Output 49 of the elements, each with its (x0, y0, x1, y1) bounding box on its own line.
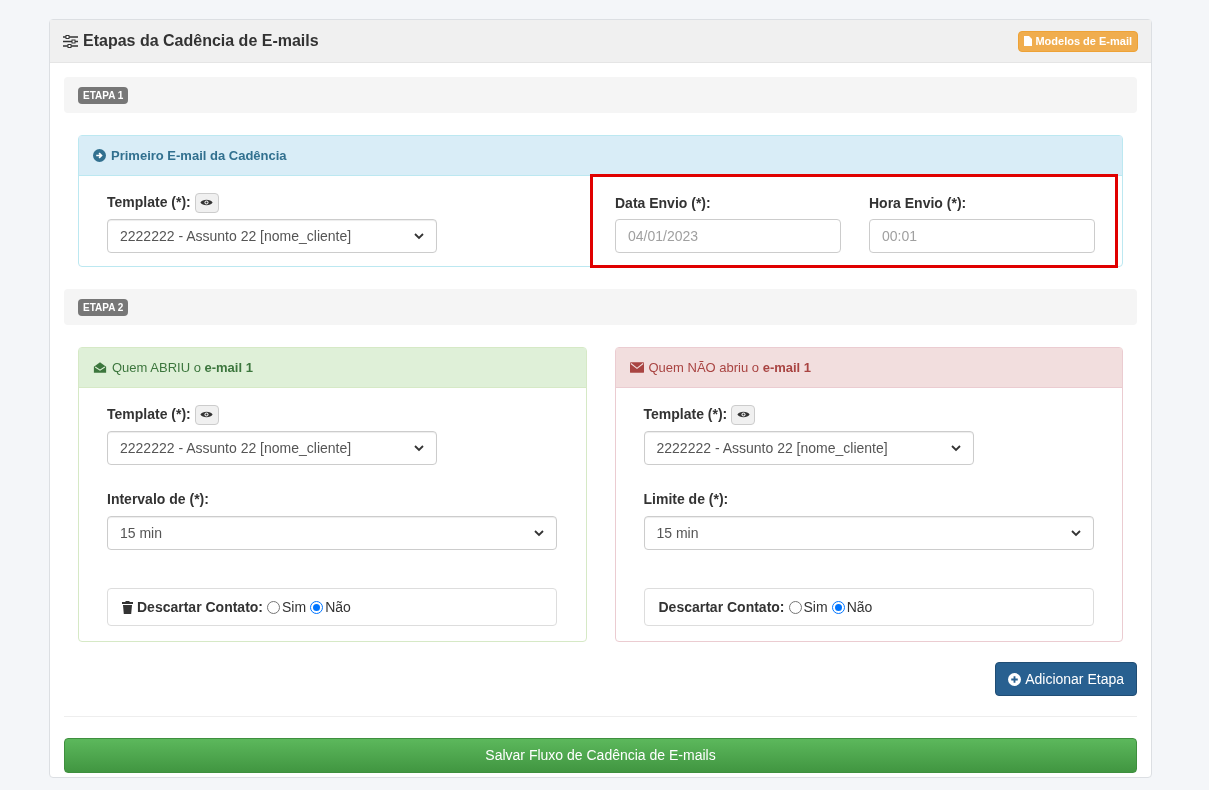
input-field[interactable]: 00:01 (869, 219, 1095, 253)
field-label: Hora Envio (*): (869, 194, 968, 213)
select-field[interactable]: 2222222 - Assunto 22 [nome_cliente] (107, 219, 437, 253)
field-label: Template (*): (107, 405, 191, 424)
eye-icon (200, 198, 214, 207)
radio-button[interactable] (788, 600, 802, 614)
field-label: Intervalo de (*): (107, 490, 210, 509)
stage-badge: ETAPA 1 (78, 86, 129, 104)
panel-title: Primeiro E-mail da Cadência (111, 146, 287, 165)
add-stage-button[interactable]: Adicionar Etapa (995, 662, 1137, 696)
caret-icon (950, 444, 961, 452)
preview-button[interactable] (731, 404, 756, 425)
radio-button[interactable] (267, 600, 281, 614)
envelope-icon (629, 362, 644, 373)
select-field[interactable]: 15 min (107, 516, 557, 550)
document-icon (1024, 36, 1033, 46)
open-envelope-icon (93, 361, 107, 374)
eye-icon (200, 410, 214, 419)
arrow-circle-icon (93, 149, 106, 162)
preview-button[interactable] (194, 192, 219, 213)
panel-title: Quem ABRIU o e-mail 1 (112, 358, 253, 377)
discard-label: Descartar Contato: (658, 597, 785, 617)
plus-circle-icon (1008, 672, 1022, 686)
sliders-icon (63, 34, 78, 48)
discard-label: Descartar Contato: (137, 597, 264, 617)
card-title: Etapas da Cadência de E-mails (83, 31, 319, 51)
caret-icon (534, 529, 544, 537)
select-field[interactable]: 2222222 - Assunto 22 [nome_cliente] (107, 431, 437, 465)
field-label: Limite de (*): (643, 490, 730, 509)
radio-button[interactable] (831, 600, 845, 614)
panel-title: Quem NÃO abriu o e-mail 1 (648, 358, 812, 377)
field-label: Template (*): (107, 193, 191, 212)
caret-icon (414, 444, 424, 452)
eye-icon (736, 410, 750, 419)
field-label: Data Envio (*): (615, 194, 712, 213)
radio-label: Sim (803, 597, 828, 617)
radio-label: Sim (282, 597, 307, 617)
select-field[interactable]: 15 min (643, 516, 1094, 550)
select-field[interactable]: 2222222 - Assunto 22 [nome_cliente] (643, 431, 974, 465)
caret-icon (1070, 529, 1081, 537)
trash-icon (122, 600, 133, 614)
radio-label: Não (846, 597, 873, 617)
stage-badge: ETAPA 2 (78, 298, 129, 316)
field-label: Template (*): (643, 405, 728, 424)
radio-label: Não (325, 597, 351, 617)
input-field[interactable]: 04/01/2023 (615, 219, 841, 253)
caret-icon (414, 232, 424, 240)
radio-button[interactable] (310, 600, 324, 614)
preview-button[interactable] (194, 404, 219, 425)
